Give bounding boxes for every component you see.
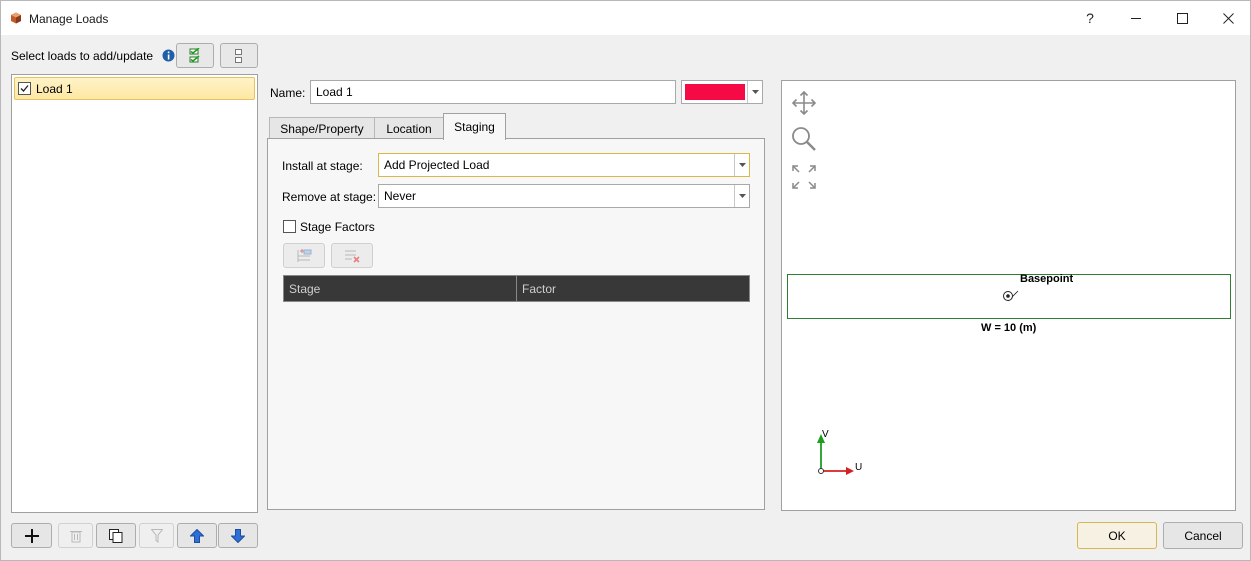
column-factor[interactable]: Factor <box>517 276 749 301</box>
name-field[interactable]: Load 1 <box>310 80 676 104</box>
app-icon <box>11 12 21 24</box>
column-label: Factor <box>522 282 557 296</box>
trash-icon <box>69 530 82 542</box>
manage-loads-window: Manage Loads ? Select loads to add/updat… <box>0 0 1251 561</box>
install-stage-select[interactable]: Add Projected Load <box>378 153 750 177</box>
select-none-button[interactable] <box>220 43 258 68</box>
ok-button[interactable]: OK <box>1077 522 1157 549</box>
add-row-icon <box>297 248 312 262</box>
name-label: Name: <box>270 86 306 100</box>
column-label: Stage <box>289 282 321 296</box>
remove-stage-value: Never <box>384 189 417 203</box>
copy-icon <box>109 528 123 543</box>
remove-stage-label: Remove at stage: <box>282 190 377 204</box>
load-name: Load 1 <box>36 82 73 96</box>
maximize-icon <box>1176 12 1188 24</box>
close-button[interactable] <box>1205 1 1251 35</box>
axis-u-label: U <box>855 462 863 473</box>
name-value: Load 1 <box>316 85 353 99</box>
tab-label: Shape/Property <box>280 122 364 136</box>
color-picker[interactable] <box>681 80 763 104</box>
chevron-down-icon <box>738 163 746 167</box>
filter-icon <box>150 528 163 543</box>
tab-location[interactable]: Location <box>374 117 444 140</box>
color-dropdown-arrow[interactable] <box>747 81 762 103</box>
minimize-icon <box>1130 17 1141 19</box>
axis-v-label: V <box>822 429 829 440</box>
ok-label: OK <box>1108 528 1126 543</box>
basepoint-label: Basepoint <box>1020 273 1074 285</box>
move-up-button[interactable] <box>177 523 217 548</box>
color-swatch <box>685 84 745 100</box>
plus-icon <box>24 528 39 543</box>
close-icon <box>1222 12 1234 24</box>
minimize-button[interactable] <box>1113 1 1159 35</box>
delete-row-icon <box>345 250 360 263</box>
cancel-label: Cancel <box>1184 528 1222 543</box>
tab-label: Location <box>386 122 432 136</box>
width-label: W = 10 (m) <box>981 322 1037 334</box>
load-checkbox[interactable] <box>18 82 31 95</box>
zoom-extents-icon[interactable] <box>791 164 817 190</box>
remove-stage-select[interactable]: Never <box>378 184 750 208</box>
copy-load-button[interactable] <box>96 523 136 548</box>
window-title: Manage Loads <box>29 12 109 26</box>
install-dropdown-arrow[interactable] <box>734 154 749 176</box>
stage-factors-checkbox[interactable] <box>283 220 296 233</box>
check-list-icon <box>189 47 200 62</box>
arrow-up-icon <box>190 528 204 543</box>
add-stage-factor-button[interactable] <box>283 243 325 268</box>
maximize-button[interactable] <box>1159 1 1205 35</box>
arrow-down-icon <box>231 528 245 543</box>
cancel-button[interactable]: Cancel <box>1163 522 1243 549</box>
move-down-button[interactable] <box>218 523 258 548</box>
stage-factors-table-header: Stage Factor <box>283 275 750 302</box>
remove-stage-factor-button[interactable] <box>331 243 373 268</box>
install-stage-label: Install at stage: <box>282 159 363 173</box>
empty-list-icon <box>235 48 242 63</box>
info-icon[interactable] <box>162 49 175 62</box>
delete-load-button[interactable] <box>58 523 93 548</box>
preview-viewer[interactable]: Basepoint W = 10 (m) V U <box>781 80 1236 511</box>
checkmark-icon <box>20 85 29 92</box>
loads-list: Load 1 <box>11 74 258 513</box>
pan-icon[interactable] <box>791 90 817 116</box>
remove-dropdown-arrow[interactable] <box>734 185 749 207</box>
basepoint-icon <box>1003 290 1019 302</box>
tab-label: Staging <box>454 120 495 134</box>
zoom-icon[interactable] <box>791 126 817 152</box>
help-icon: ? <box>1086 10 1094 26</box>
select-all-button[interactable] <box>176 43 214 68</box>
column-stage[interactable]: Stage <box>284 276 517 301</box>
chevron-down-icon <box>751 90 759 94</box>
title-bar: Manage Loads ? <box>1 1 1250 35</box>
tab-shape-property[interactable]: Shape/Property <box>269 117 375 140</box>
stage-factors-label: Stage Factors <box>300 220 375 234</box>
select-loads-label: Select loads to add/update <box>11 49 154 63</box>
install-stage-value: Add Projected Load <box>384 158 490 172</box>
filter-button[interactable] <box>139 523 174 548</box>
tab-staging[interactable]: Staging <box>443 113 506 140</box>
list-item[interactable]: Load 1 <box>14 77 255 100</box>
chevron-down-icon <box>738 194 746 198</box>
add-load-button[interactable] <box>11 523 52 548</box>
help-button[interactable]: ? <box>1067 1 1113 35</box>
